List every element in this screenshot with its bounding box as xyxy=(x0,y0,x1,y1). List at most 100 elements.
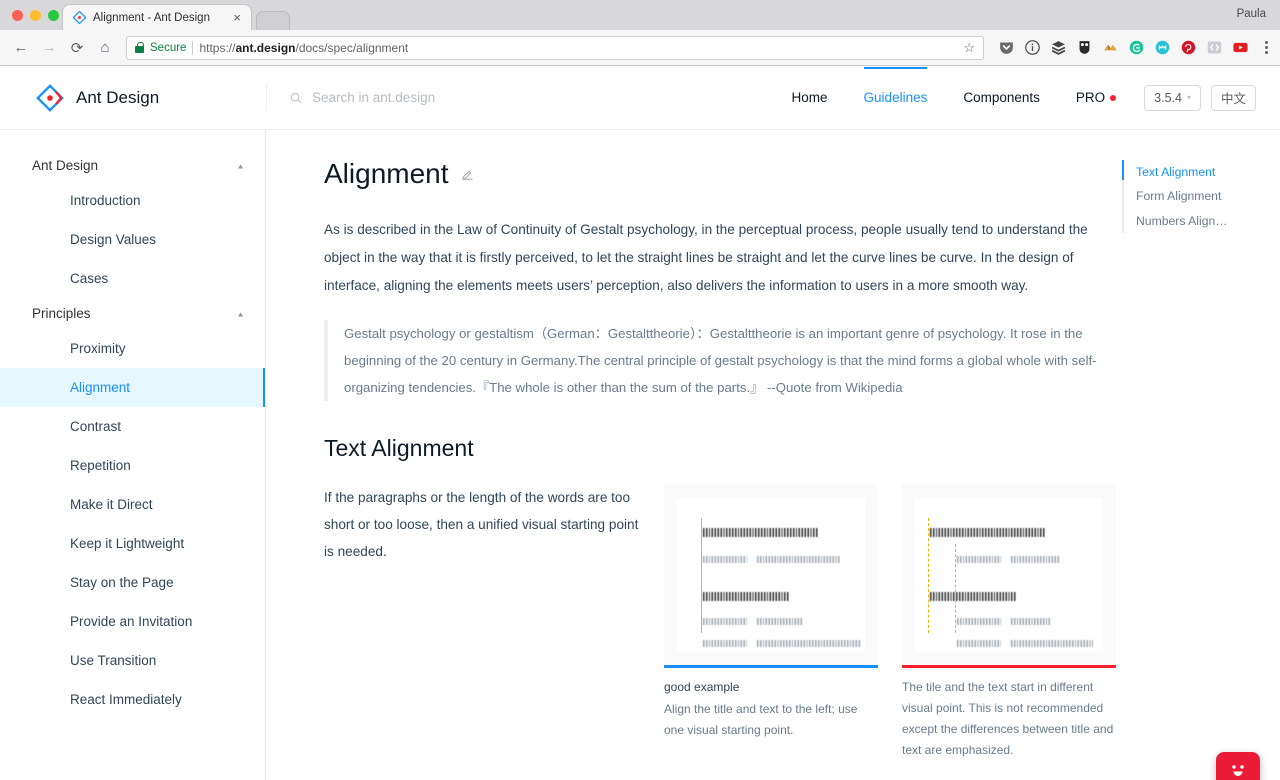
alignment-guide-line xyxy=(701,517,702,633)
sidebar-item-contrast[interactable]: Contrast xyxy=(0,407,265,446)
nav-item-guidelines[interactable]: Guidelines xyxy=(846,66,946,129)
doc-article: Alignment As is described in the Law of … xyxy=(324,158,1124,761)
chat-smiley-icon xyxy=(1232,765,1244,776)
bookmark-star-icon[interactable]: ☆ xyxy=(963,40,975,56)
mock-value-line xyxy=(757,555,841,563)
sidebar-item-proximity[interactable]: Proximity xyxy=(0,329,265,368)
site-search[interactable] xyxy=(266,84,774,111)
mock-label-line xyxy=(957,555,1001,563)
sidebar-item-design-values[interactable]: Design Values xyxy=(0,220,265,259)
browser-tab[interactable]: Alignment - Ant Design × xyxy=(62,4,252,30)
section-body-text: If the paragraphs or the length of the w… xyxy=(324,489,639,560)
minimize-window-button[interactable] xyxy=(30,10,41,21)
ant-design-favicon xyxy=(73,11,86,24)
nav-label: Components xyxy=(963,90,1040,105)
page-title-row: Alignment xyxy=(324,158,1124,190)
pro-badge-dot xyxy=(1110,94,1117,101)
ant-design-logo-icon xyxy=(36,83,64,112)
chevron-up-icon: ▲ xyxy=(236,309,245,318)
mock-heading-line xyxy=(930,527,1045,537)
sidebar-group-principles[interactable]: Principles ▲ xyxy=(0,298,265,329)
youtube-icon[interactable] xyxy=(1232,39,1249,56)
toc-item-numbers-alignment[interactable]: Numbers Align… xyxy=(1136,209,1242,233)
maximize-window-button[interactable] xyxy=(48,10,59,21)
pinterest-icon[interactable] xyxy=(1180,39,1197,56)
chevron-up-icon: ▲ xyxy=(236,161,245,170)
code-icon[interactable] xyxy=(1206,39,1223,56)
grammarly-icon[interactable] xyxy=(1128,39,1145,56)
url-text: https://ant.design/docs/spec/alignment xyxy=(199,41,408,55)
info-icon[interactable] xyxy=(1024,39,1041,56)
tab-title: Alignment - Ant Design xyxy=(93,11,210,24)
search-input[interactable] xyxy=(312,90,572,105)
close-tab-button[interactable]: × xyxy=(231,11,243,24)
brand-name: Ant Design xyxy=(76,87,160,107)
owl-icon[interactable] xyxy=(1076,39,1093,56)
example-good: good example Align the title and text to… xyxy=(664,483,878,761)
mock-value-line xyxy=(1011,639,1093,647)
sidebar-item-make-it-direct[interactable]: Make it Direct xyxy=(0,485,265,524)
close-window-button[interactable] xyxy=(12,10,23,21)
sidebar-item-keep-it-lightweight[interactable]: Keep it Lightweight xyxy=(0,524,265,563)
alignment-guide-line-title xyxy=(928,517,929,633)
chat-widget-button[interactable] xyxy=(1216,752,1260,780)
sidebar-item-introduction[interactable]: Introduction xyxy=(0,181,265,220)
nav-item-pro[interactable]: PRO xyxy=(1058,67,1134,129)
example-bad: The tile and the text start in different… xyxy=(902,483,1116,761)
version-selector[interactable]: 3.5.4 ▾ xyxy=(1144,84,1201,111)
mendeley-icon[interactable] xyxy=(1154,39,1171,56)
sidebar-item-provide-an-invitation[interactable]: Provide an Invitation xyxy=(0,602,265,641)
sidebar-item-label: Stay on the Page xyxy=(70,575,174,590)
nav-label: Home xyxy=(791,90,828,105)
edit-pencil-icon[interactable] xyxy=(460,167,475,182)
sidebar-item-use-transition[interactable]: Use Transition xyxy=(0,641,265,680)
main-nav: Home Guidelines Components PRO 3.5.4 ▾ 中… xyxy=(774,66,1256,129)
metamask-icon[interactable] xyxy=(1102,39,1119,56)
forward-button[interactable]: → xyxy=(36,35,62,61)
sidebar-item-react-immediately[interactable]: React Immediately xyxy=(0,680,265,719)
browser-toolbar: ← → ⟳ ⌂ Secure https://ant.design/docs/s… xyxy=(0,30,1280,66)
address-bar[interactable]: Secure https://ant.design/docs/spec/alig… xyxy=(126,35,984,60)
sidebar-item-stay-on-the-page[interactable]: Stay on the Page xyxy=(0,563,265,602)
sidebar-item-alignment[interactable]: Alignment xyxy=(0,368,265,407)
mock-label-line xyxy=(957,617,1001,625)
sidebar-item-label: Make it Direct xyxy=(70,497,153,512)
extension-icons xyxy=(992,39,1272,56)
example-bad-mock xyxy=(915,497,1103,651)
section-columns: If the paragraphs or the length of the w… xyxy=(324,483,1124,761)
nav-item-components[interactable]: Components xyxy=(945,67,1058,129)
toc-item-text-alignment[interactable]: Text Alignment xyxy=(1136,160,1242,184)
wikipedia-blockquote: Gestalt psychology or gestaltism（German：… xyxy=(324,319,1124,401)
home-button[interactable]: ⌂ xyxy=(92,35,118,61)
example-bad-caption: The tile and the text start in different… xyxy=(902,679,1114,757)
back-button[interactable]: ← xyxy=(8,35,34,61)
pocket-icon[interactable] xyxy=(998,39,1015,56)
url-path: /docs/spec/alignment xyxy=(295,40,409,55)
sidebar-group-ant-design[interactable]: Ant Design ▲ xyxy=(0,150,265,181)
sidebar-item-label: Keep it Lightweight xyxy=(70,536,185,551)
language-toggle-button[interactable]: 中文 xyxy=(1210,84,1256,111)
sidebar-item-label: Design Values xyxy=(70,232,157,247)
url-prefix: https:// xyxy=(199,40,236,55)
language-label: 中文 xyxy=(1220,92,1246,106)
toc-item-form-alignment[interactable]: Form Alignment xyxy=(1136,184,1242,208)
docs-sidebar[interactable]: Ant Design ▲ Introduction Design Values … xyxy=(0,130,266,780)
page-title: Alignment xyxy=(324,158,449,189)
new-tab-button[interactable] xyxy=(256,11,290,30)
brand-logo-link[interactable]: Ant Design xyxy=(36,83,230,112)
layers-icon[interactable] xyxy=(1050,39,1067,56)
browser-menu-button[interactable] xyxy=(1258,39,1272,56)
main-content: Alignment As is described in the Law of … xyxy=(266,130,1280,780)
sidebar-item-label: Contrast xyxy=(70,419,122,434)
mock-heading-line xyxy=(703,591,790,601)
sidebar-item-label: Use Transition xyxy=(70,653,157,668)
sidebar-item-label: Introduction xyxy=(70,193,141,208)
sidebar-item-label: React Immediately xyxy=(70,692,182,707)
sidebar-item-repetition[interactable]: Repetition xyxy=(0,446,265,485)
sidebar-item-label: Provide an Invitation xyxy=(70,614,193,629)
reload-button[interactable]: ⟳ xyxy=(64,35,90,61)
profile-user-name[interactable]: Paula xyxy=(1237,8,1266,20)
mock-label-line xyxy=(703,617,747,625)
nav-item-home[interactable]: Home xyxy=(774,67,846,129)
sidebar-item-cases[interactable]: Cases xyxy=(0,259,265,298)
